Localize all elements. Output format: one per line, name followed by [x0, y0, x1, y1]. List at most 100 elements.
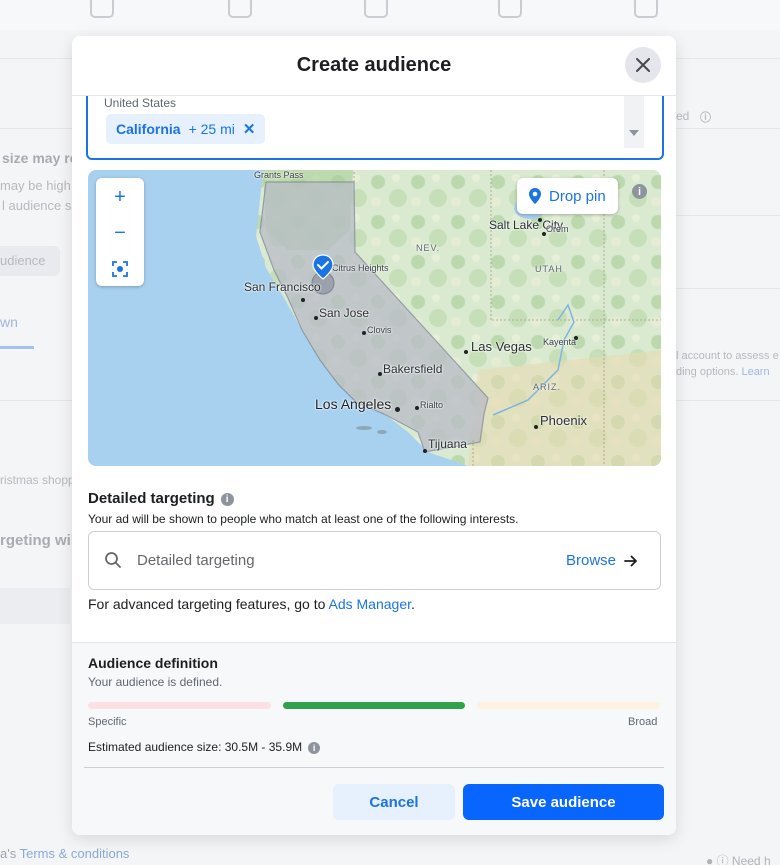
megaphone-icon	[498, 0, 522, 18]
map-label-las-vegas: Las Vegas	[471, 339, 532, 354]
background-divider	[676, 288, 780, 289]
location-marker-icon[interactable]	[312, 254, 334, 280]
meter-specific-label: Specific	[88, 716, 127, 728]
location-scrollbar[interactable]	[624, 96, 644, 148]
map-label-kayenta: Kayenta	[543, 337, 577, 347]
background-help: ● ⓘ Need h	[706, 854, 771, 865]
remove-location-icon[interactable]: ✕	[243, 120, 256, 138]
map-label-orem: Orem	[546, 224, 569, 234]
recenter-button[interactable]	[96, 252, 144, 286]
map-dot	[423, 449, 427, 453]
zoom-in-button[interactable]: +	[96, 180, 144, 214]
map-dot	[362, 331, 366, 335]
background-text: ristmas shopp	[0, 473, 75, 487]
map-label-rialto: Rialto	[420, 400, 444, 410]
map-label-san-francisco: San Francisco	[244, 280, 321, 294]
close-button[interactable]	[625, 47, 661, 83]
map-zoom-controls: + −	[96, 178, 144, 286]
meter-defined-segment	[283, 702, 465, 709]
browse-button[interactable]: Browse	[566, 552, 638, 569]
advanced-targeting-note: For advanced targeting features, go to A…	[88, 596, 415, 612]
map-info-icon[interactable]: i	[632, 184, 647, 199]
background-text: udience	[0, 253, 46, 268]
map-label-nev: NEV.	[416, 243, 441, 253]
terms-link: Terms & conditions	[19, 846, 130, 861]
background-block	[0, 588, 70, 624]
map-label-salt-lake-city: Salt Lake City	[489, 218, 564, 232]
map-dot	[378, 372, 382, 376]
cancel-button[interactable]: Cancel	[333, 784, 455, 820]
home-icon	[90, 0, 114, 18]
map-label-tijuana: Tijuana	[428, 437, 467, 451]
location-chip-name: California	[116, 121, 181, 137]
chevron-down-icon[interactable]	[629, 130, 639, 136]
info-icon[interactable]: i	[308, 741, 321, 754]
location-map[interactable]: Grants Pass NEV. UTAH ARIZ. Salt Lake Ci…	[88, 170, 661, 466]
close-icon	[636, 58, 650, 72]
detailed-targeting-title: Detailed targeting i	[88, 490, 234, 507]
dialog-title: Create audience	[296, 54, 452, 76]
detailed-targeting-input[interactable]: Detailed targeting	[137, 552, 255, 569]
audience-status: Your audience is defined.	[88, 675, 223, 689]
zoom-out-button[interactable]: −	[96, 216, 144, 250]
drop-pin-label: Drop pin	[549, 187, 606, 205]
map-dot	[534, 425, 538, 429]
estimated-audience-size: Estimated audience size: 30.5M - 35.9M i	[88, 740, 321, 754]
background-text: ding options. Learn	[676, 366, 770, 378]
background-text: l audience s	[2, 198, 72, 213]
meter-specific-segment	[88, 702, 271, 709]
info-icon[interactable]: i	[220, 492, 234, 506]
map-dot	[301, 298, 305, 302]
video-icon	[634, 0, 658, 18]
location-chip[interactable]: California + 25 mi ✕	[106, 114, 266, 144]
country-label: United States	[104, 96, 177, 110]
detailed-targeting-subtitle: Your ad will be shown to people who matc…	[88, 512, 519, 526]
search-icon	[104, 551, 122, 574]
detailed-targeting-search[interactable]: Detailed targeting Browse	[88, 531, 661, 590]
background-text: ed	[676, 109, 690, 123]
map-dot	[542, 232, 546, 236]
map-label-ariz: ARIZ.	[533, 382, 562, 392]
location-chip-radius[interactable]: + 25 mi	[189, 121, 235, 137]
map-dot	[415, 406, 419, 410]
map-label-utah: UTAH	[535, 264, 563, 274]
map-label-citrus-heights: Citrus Heights	[332, 263, 389, 273]
arrow-right-icon	[624, 555, 637, 566]
create-audience-dialog: United States California + 25 mi ✕ Creat…	[72, 36, 676, 835]
dialog-header: Create audience	[72, 36, 676, 96]
map-label-san-jose: San Jose	[319, 306, 370, 320]
location-field[interactable]: United States California + 25 mi ✕	[86, 88, 664, 160]
background-divider	[676, 215, 780, 216]
drop-pin-button[interactable]: Drop pin	[517, 178, 618, 214]
background-text: l account to assess e	[676, 350, 779, 362]
map-dot	[395, 407, 400, 412]
map-dot	[538, 218, 542, 222]
map-dot	[464, 350, 468, 354]
meter-broad-label: Broad	[628, 716, 658, 728]
browse-label: Browse	[566, 552, 617, 569]
map-dot	[314, 316, 318, 320]
save-audience-button[interactable]: Save audience	[463, 784, 664, 820]
background-text: rgeting will	[0, 532, 80, 549]
map-dot	[574, 336, 578, 340]
background-text: size may re	[2, 150, 78, 166]
background-info-icon: ⓘ	[700, 112, 711, 124]
map-pin-icon	[529, 188, 541, 204]
background-topbar	[0, 0, 780, 30]
map-label-clovis: Clovis	[367, 325, 392, 335]
audience-definition-title: Audience definition	[88, 655, 218, 671]
map-label-grants-pass: Grants Pass	[254, 170, 304, 180]
background-text: may be high	[0, 178, 71, 193]
background-footer: a's Terms & conditions	[0, 846, 130, 861]
map-label-bakersfield: Bakersfield	[383, 362, 443, 376]
map-label-phoenix: Phoenix	[540, 413, 587, 428]
map-label-los-angeles: Los Angeles	[315, 396, 392, 412]
ads-manager-link[interactable]: Ads Manager	[329, 596, 412, 612]
background-tab: wn	[0, 314, 18, 330]
background-tab-underline	[0, 346, 34, 349]
flag-icon	[228, 0, 252, 18]
recenter-icon	[112, 261, 128, 277]
meter-broad-segment	[477, 702, 660, 709]
chart-icon	[364, 0, 388, 18]
footer-divider	[84, 767, 664, 768]
